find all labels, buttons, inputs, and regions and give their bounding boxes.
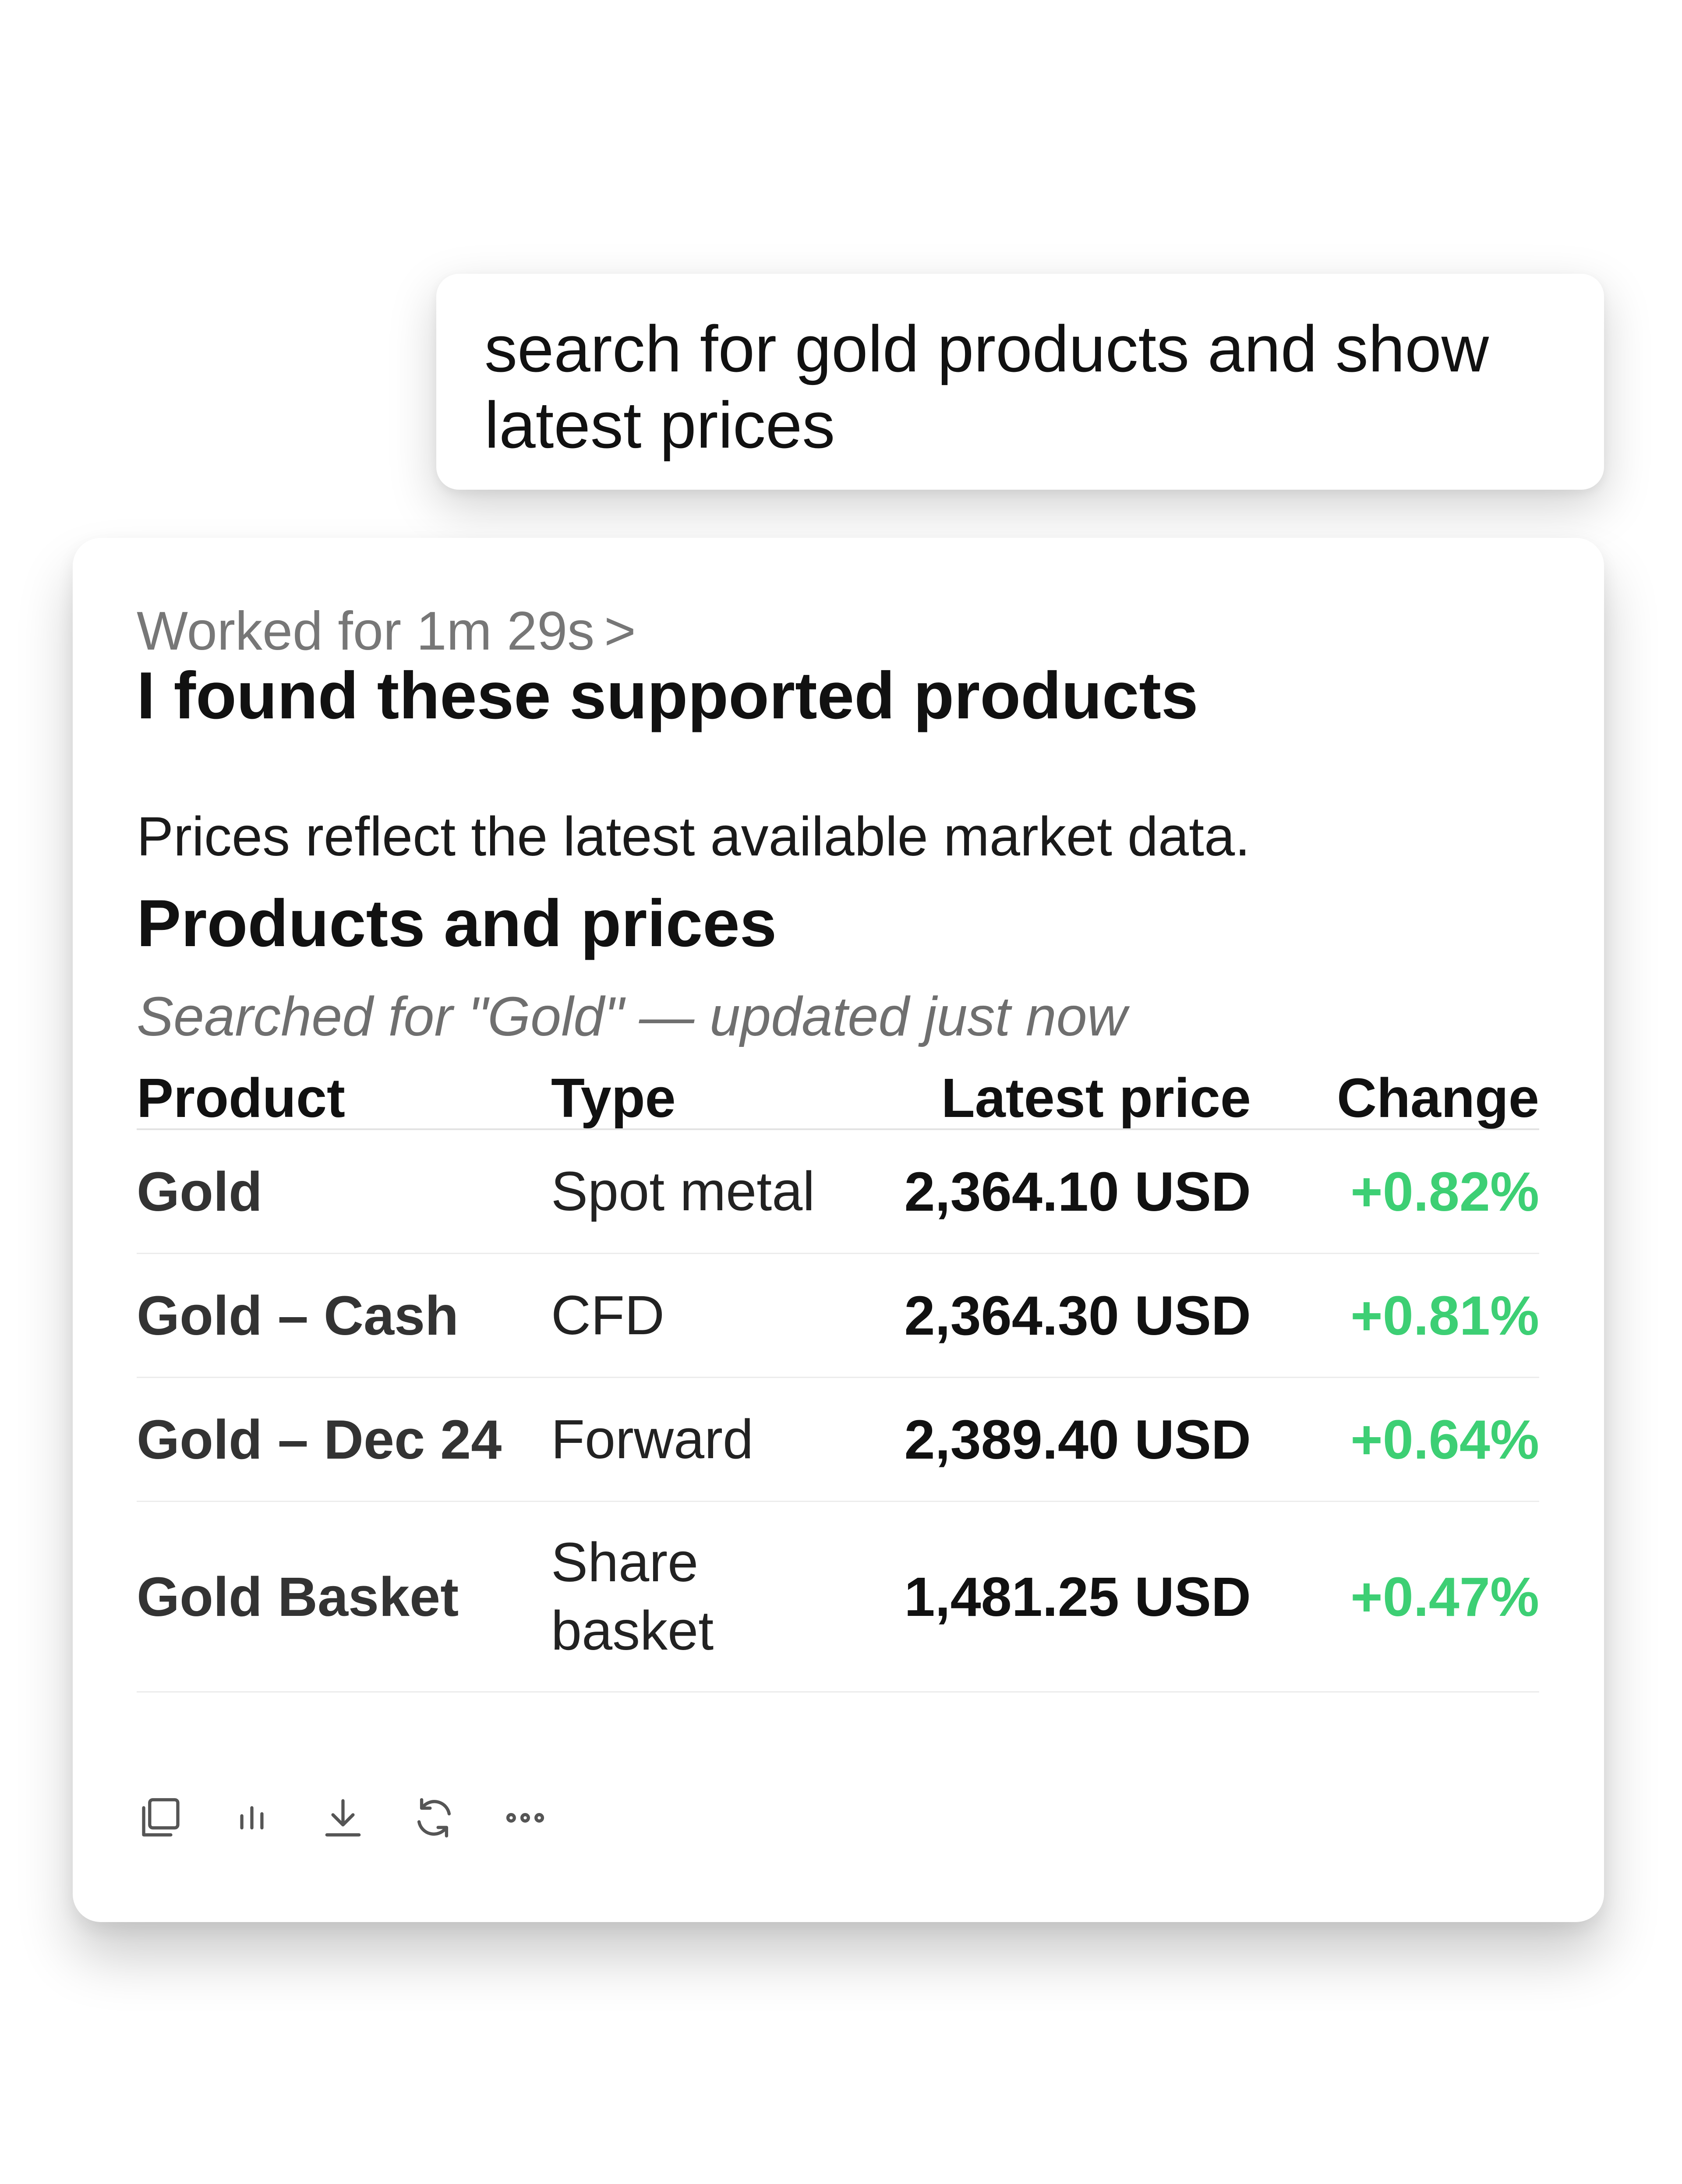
user-prompt-line-2: latest prices <box>484 388 835 462</box>
chart-icon <box>240 1806 264 1830</box>
chevron-right-icon: > <box>604 601 636 661</box>
user-prompt-line-1: search for gold products and show <box>484 312 1489 385</box>
refresh-button[interactable] <box>410 1794 458 1842</box>
product-name: Gold – Cash <box>137 1284 459 1346</box>
latest-price: 2,389.40 USD <box>904 1408 1251 1470</box>
assistant-response-card: Worked for 1m 29s > I found these support… <box>73 538 1604 1922</box>
column-header-product: Product <box>137 1067 346 1129</box>
price-change: +0.47% <box>1350 1566 1539 1628</box>
column-header-change: Change <box>1336 1067 1539 1129</box>
search-meta-text: Searched for "Gold" — updated just now <box>137 986 1127 1047</box>
product-name: Gold <box>137 1160 262 1223</box>
table-row: Gold – Dec 24 Forward 2,389.40 USD +0.64… <box>137 1378 1539 1502</box>
section-heading: Products and prices <box>137 886 777 961</box>
more-icon <box>506 1813 544 1823</box>
download-icon <box>325 1799 361 1837</box>
column-header-type: Type <box>551 1067 676 1129</box>
more-button[interactable] <box>501 1794 549 1842</box>
product-type-line-2: basket <box>551 1600 714 1661</box>
product-name: Gold – Dec 24 <box>137 1408 502 1470</box>
response-toolbar <box>137 1794 592 1842</box>
product-type: Spot metal <box>551 1160 815 1222</box>
response-heading: I found these supported products <box>137 658 1198 733</box>
price-change: +0.82% <box>1350 1160 1539 1223</box>
refresh-icon <box>417 1798 451 1838</box>
product-type: CFD <box>551 1284 664 1346</box>
price-change: +0.64% <box>1350 1408 1539 1470</box>
product-name: Gold Basket <box>137 1566 459 1628</box>
product-type-line-1: Share <box>551 1531 699 1593</box>
table-row: Gold Spot metal 2,364.10 USD +0.82% <box>137 1130 1539 1254</box>
latest-price: 1,481.25 USD <box>904 1566 1251 1628</box>
column-header-latest-price: Latest price <box>941 1067 1251 1129</box>
copy-button[interactable] <box>137 1794 185 1842</box>
worked-for-label: Worked for 1m 29s <box>137 601 595 661</box>
table-row: Gold Basket Share basket 1,481.25 USD +0… <box>137 1502 1539 1693</box>
download-button[interactable] <box>319 1794 367 1842</box>
product-type: Forward <box>551 1408 754 1470</box>
copy-icon <box>142 1798 180 1837</box>
table-row: Gold – Cash CFD 2,364.30 USD +0.81% <box>137 1254 1539 1378</box>
product-type: Share basket <box>551 1502 714 1691</box>
chart-button[interactable] <box>228 1794 276 1842</box>
worked-for-toggle[interactable]: Worked for 1m 29s > <box>137 600 636 662</box>
latest-price: 2,364.10 USD <box>904 1160 1251 1223</box>
price-change: +0.81% <box>1350 1284 1539 1346</box>
table-header-row: Product Type Latest price Change <box>137 1068 1539 1130</box>
latest-price: 2,364.30 USD <box>904 1284 1251 1346</box>
response-subtext: Prices reflect the latest available mark… <box>137 806 1251 867</box>
user-prompt-bubble: search for gold products and show latest… <box>436 274 1604 490</box>
